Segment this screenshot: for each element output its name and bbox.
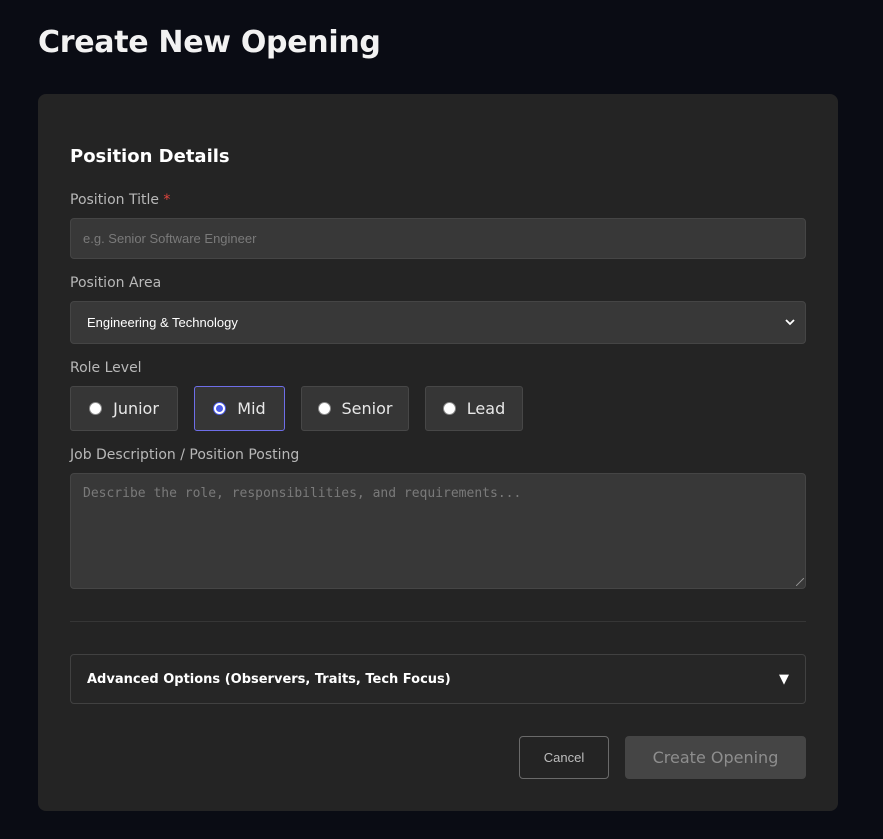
advanced-options-label: Advanced Options (Observers, Traits, Tec… — [87, 671, 451, 687]
radio-senior[interactable] — [317, 402, 331, 415]
position-details-card: Position Details Position Title * Positi… — [38, 94, 838, 811]
cancel-button[interactable]: Cancel — [519, 736, 609, 779]
advanced-options-toggle[interactable]: Advanced Options (Observers, Traits, Tec… — [70, 654, 806, 704]
position-title-label: Position Title * — [70, 192, 170, 208]
radio-lead[interactable] — [442, 402, 456, 415]
radio-mid[interactable] — [213, 402, 227, 415]
role-option-lead[interactable]: Lead — [425, 386, 523, 431]
position-area-selected: Engineering & Technology — [87, 315, 238, 330]
create-opening-button[interactable]: Create Opening — [625, 736, 806, 779]
role-option-label: Senior — [341, 399, 393, 418]
role-option-label: Mid — [237, 399, 266, 418]
job-description-label: Job Description / Position Posting — [70, 447, 300, 463]
triangle-down-icon: ▼ — [779, 671, 789, 687]
role-option-label: Junior — [113, 399, 159, 418]
role-option-label: Lead — [466, 399, 506, 418]
position-title-label-text: Position Title — [70, 192, 159, 208]
radio-junior[interactable] — [89, 402, 103, 415]
job-description-textarea[interactable] — [70, 473, 806, 589]
position-area-label: Position Area — [70, 275, 162, 291]
role-option-mid[interactable]: Mid — [194, 386, 285, 431]
page-title: Create New Opening — [38, 25, 381, 60]
required-mark: * — [163, 192, 171, 208]
divider — [70, 621, 806, 622]
chevron-down-icon — [785, 319, 795, 326]
role-level-label: Role Level — [70, 360, 142, 376]
role-option-senior[interactable]: Senior — [301, 386, 409, 431]
position-area-select[interactable]: Engineering & Technology — [70, 301, 806, 344]
role-option-junior[interactable]: Junior — [70, 386, 178, 431]
resize-grip-icon[interactable] — [796, 578, 804, 586]
position-title-input[interactable] — [70, 218, 806, 259]
section-title: Position Details — [70, 146, 230, 167]
